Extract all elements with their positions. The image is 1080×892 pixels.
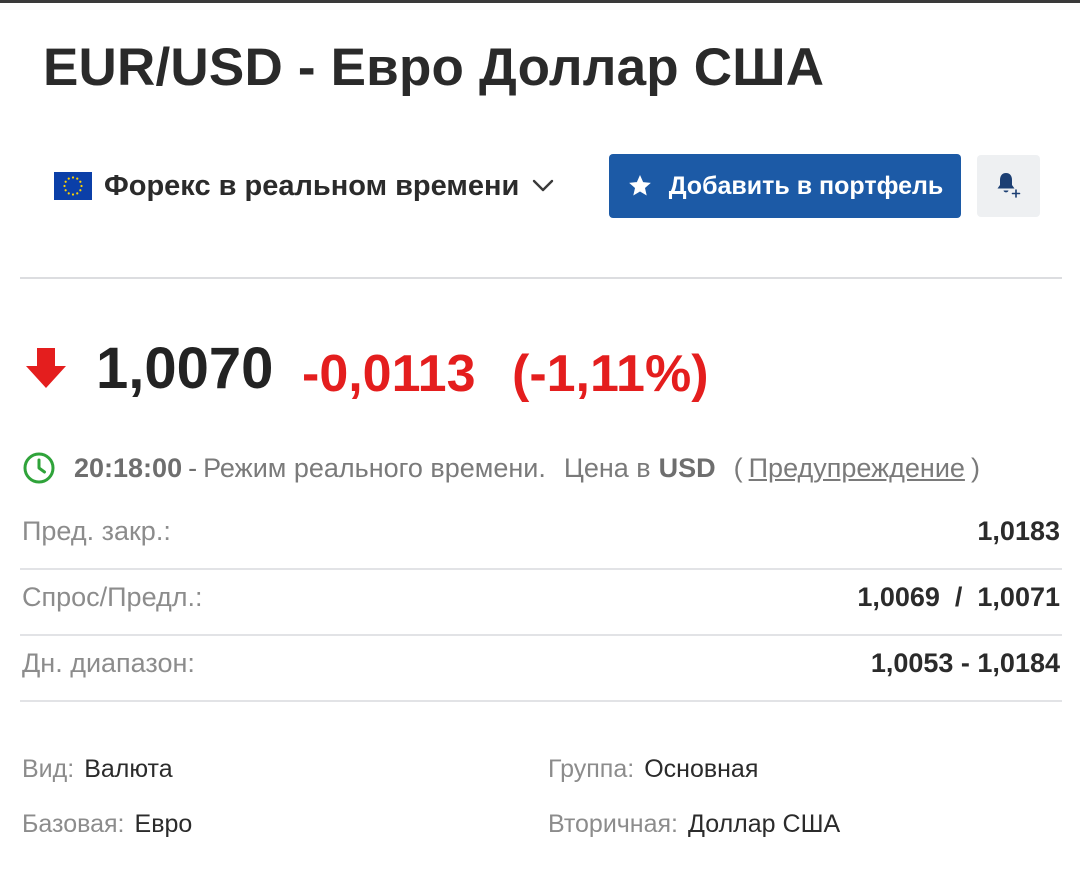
price-change: -0,0113 (302, 345, 476, 403)
clock-icon (22, 451, 56, 485)
add-to-portfolio-label: Добавить в портфель (668, 171, 944, 200)
add-to-portfolio-button[interactable]: Добавить в портфель (609, 154, 961, 218)
market-type-label: Форекс в реальном времени (104, 169, 520, 202)
info-base-label: Базовая: (22, 810, 125, 838)
star-icon (627, 173, 653, 199)
stat-value: 1,0053 - 1,0184 (870, 648, 1060, 678)
stat-value: 1,0183 (977, 516, 1060, 546)
info-base-value: Евро (134, 810, 193, 838)
stat-row-bid-ask: Спрос/Предл.: 1,0069 / 1,0071 (20, 568, 1062, 636)
quote-summary: 1,0070 -0,0113 (-1,11%) (24, 330, 1064, 410)
quote-time: 20:18:00 (74, 452, 183, 483)
warning-link[interactable]: Предупреждение (749, 453, 965, 484)
realtime-mode-text: Режим реального времени. (203, 452, 546, 483)
stat-label: Спрос/Предл.: (22, 582, 203, 612)
arrow-down-icon (24, 346, 68, 395)
bell-plus-icon (994, 169, 1024, 204)
currency-code: USD (658, 452, 716, 483)
last-price: 1,0070 (96, 336, 274, 401)
info-group: Группа: Основная (548, 755, 758, 784)
paren-open: ( (733, 452, 743, 483)
stat-label: Пред. закр.: (22, 516, 171, 546)
currency-label: Цена в (563, 452, 651, 483)
stat-row-prev-close: Пред. закр.: 1,0183 (20, 502, 1062, 570)
info-group-value: Основная (644, 755, 759, 783)
stat-label: Дн. диапазон: (22, 648, 195, 678)
stat-value: 1,0069 / 1,0071 (857, 582, 1060, 612)
quote-status: 20:18:00 - Режим реального времени. Цена… (22, 448, 1072, 488)
info-base: Базовая: Евро (22, 810, 192, 839)
info-secondary-value: Доллар США (688, 810, 841, 838)
info-secondary: Вторичная: Доллар США (548, 810, 840, 839)
info-secondary-label: Вторичная: (548, 810, 679, 838)
status-separator: - (188, 452, 198, 483)
paren-close: ) (970, 452, 980, 483)
eu-flag-icon (54, 172, 92, 200)
page-title: EUR/USD - Евро Доллар США (43, 38, 825, 97)
price-change-percent: (-1,11%) (512, 345, 709, 403)
stat-row-day-range: Дн. диапазон: 1,0053 - 1,0184 (20, 634, 1062, 702)
info-type-label: Вид: (22, 755, 75, 783)
info-type: Вид: Валюта (22, 755, 173, 784)
top-rule (0, 0, 1080, 3)
chevron-down-icon (531, 178, 555, 194)
info-group-label: Группа: (548, 755, 635, 783)
market-type-dropdown[interactable]: Форекс в реальном времени (54, 164, 555, 208)
section-divider (20, 277, 1062, 279)
create-alert-button[interactable] (977, 155, 1040, 217)
info-type-value: Валюта (84, 755, 173, 783)
